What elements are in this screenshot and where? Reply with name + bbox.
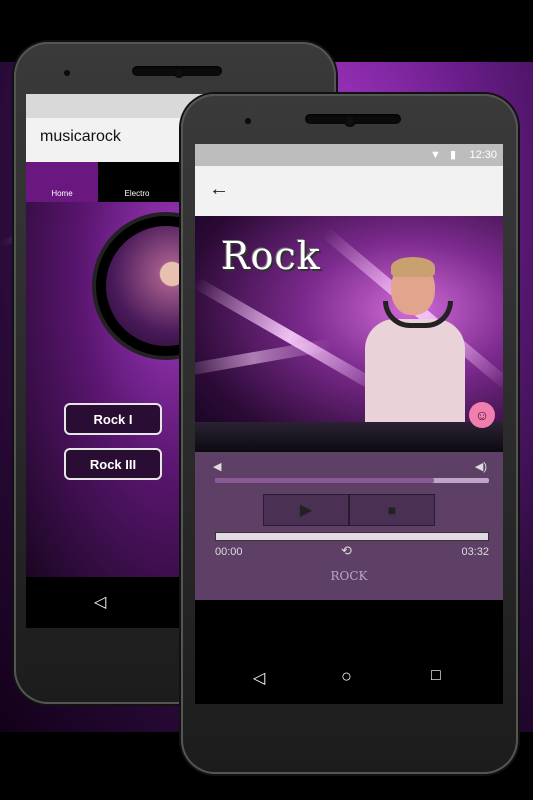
rock-i-button[interactable]: Rock I bbox=[64, 403, 162, 435]
volume-low-icon: ◀ bbox=[213, 461, 222, 473]
navigation-bar: ◁ ○ □ bbox=[195, 654, 503, 704]
duration-time: 03:32 bbox=[461, 546, 489, 558]
stop-icon: ■ bbox=[387, 502, 397, 518]
back-nav-icon[interactable]: ◁ bbox=[253, 668, 265, 688]
track-name: ROCK bbox=[330, 569, 368, 583]
status-time: 12:30 bbox=[469, 149, 497, 161]
sensor bbox=[64, 70, 70, 76]
track-progress-bar[interactable] bbox=[215, 532, 489, 541]
tab-electro[interactable]: Electro bbox=[101, 162, 173, 202]
video-banner: Rock ☺ bbox=[195, 216, 503, 452]
smiley-icon: ☺ bbox=[469, 402, 495, 428]
rock-iii-button[interactable]: Rock III bbox=[64, 448, 162, 480]
recent-apps-icon[interactable]: □ bbox=[431, 667, 441, 685]
dj-figure bbox=[353, 257, 473, 441]
light-beam bbox=[195, 338, 334, 378]
sensor bbox=[245, 118, 251, 124]
back-nav-icon[interactable]: ◁ bbox=[94, 592, 106, 612]
status-icons: ▼ ▮ bbox=[430, 149, 459, 161]
stop-button[interactable]: ■ bbox=[349, 494, 435, 526]
play-icon: ▶ bbox=[299, 502, 313, 519]
toolbar bbox=[195, 166, 503, 216]
media-player: ◀ ◀) ▶ ■ 00:00 ⟲ 03:32 ROCK bbox=[195, 452, 503, 600]
elapsed-time: 00:00 bbox=[215, 546, 243, 558]
front-phone-screen: ▼ ▮ 12:30 ← Rock ☺ ◀ ◀) ▶ ■ 00:00 ⟲ 03:3… bbox=[195, 144, 503, 704]
volume-slider[interactable] bbox=[215, 478, 489, 483]
volume-slider-fill bbox=[215, 478, 435, 483]
dj-deck bbox=[195, 422, 503, 452]
volume-high-icon: ◀) bbox=[474, 461, 487, 473]
front-camera bbox=[174, 68, 184, 78]
video-title: Rock bbox=[221, 234, 321, 278]
front-camera bbox=[344, 115, 356, 127]
app-title: musicarock bbox=[40, 128, 121, 145]
home-nav-icon[interactable]: ○ bbox=[341, 666, 352, 687]
tab-home[interactable]: Home bbox=[26, 162, 98, 202]
phone-front: ▼ ▮ 12:30 ← Rock ☺ ◀ ◀) ▶ ■ 00:00 ⟲ 03:3… bbox=[181, 94, 518, 774]
play-button[interactable]: ▶ bbox=[263, 494, 349, 526]
back-arrow-icon[interactable]: ← bbox=[209, 178, 229, 201]
status-bar: ▼ ▮ 12:30 bbox=[195, 144, 503, 166]
repeat-icon[interactable]: ⟲ bbox=[341, 543, 352, 559]
